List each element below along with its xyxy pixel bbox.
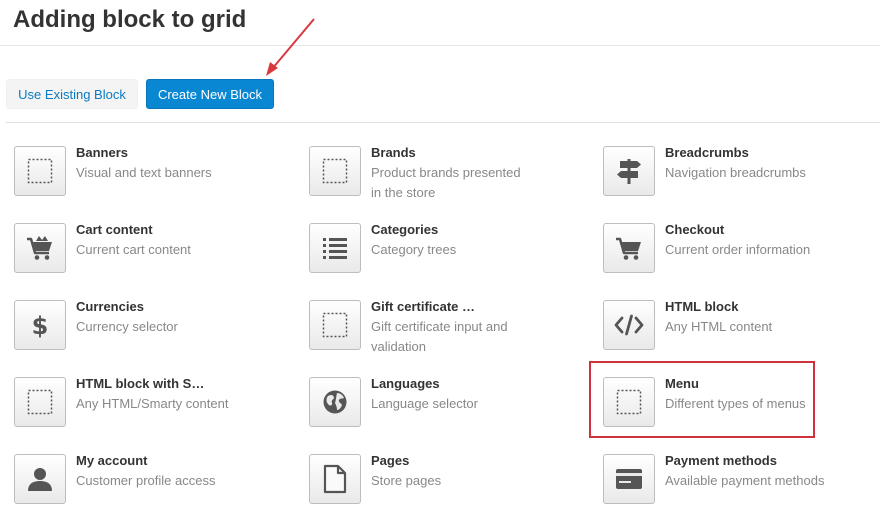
block-name: Gift certificate … (371, 299, 476, 314)
signpost-icon (603, 146, 655, 196)
title-divider (0, 45, 880, 46)
block-name: Payment methods (665, 453, 777, 468)
menu-highlight-frame (589, 361, 815, 438)
placeholder-icon (14, 146, 66, 196)
block-payment-methods[interactable]: Payment methods Available payment method… (603, 453, 825, 504)
block-languages[interactable]: Languages Language selector (309, 376, 531, 427)
page-icon (309, 454, 361, 504)
code-icon (603, 300, 655, 350)
block-description: Current order information (665, 242, 811, 257)
block-name: Breadcrumbs (665, 145, 749, 160)
block-description: Gift certificate input and validation (371, 319, 508, 354)
block-banners[interactable]: Banners Visual and text banners (14, 145, 236, 196)
block-name: Pages (371, 453, 410, 468)
user-icon (14, 454, 66, 504)
block-description: Available payment methods (665, 473, 825, 488)
block-description: Store pages (371, 473, 442, 488)
block-breadcrumbs[interactable]: Breadcrumbs Navigation breadcrumbs (603, 145, 825, 196)
placeholder-icon (309, 146, 361, 196)
block-description: Customer profile access (76, 473, 216, 488)
block-description: Navigation breadcrumbs (665, 165, 806, 180)
svg-text:$: $ (32, 312, 49, 339)
block-description: Currency selector (76, 319, 178, 334)
block-name: My account (76, 453, 148, 468)
annotation-arrow (266, 18, 315, 76)
globe-icon (309, 377, 361, 427)
block-name: Checkout (665, 222, 725, 237)
block-checkout[interactable]: Checkout Current order information (603, 222, 825, 273)
block-gift-certificate[interactable]: Gift certificate … Gift certificate inpu… (309, 299, 531, 357)
block-html-block[interactable]: HTML block Any HTML content (603, 299, 825, 350)
block-cart-content[interactable]: Cart content Current cart content (14, 222, 236, 273)
block-html-block-smarty[interactable]: HTML block with S… Any HTML/Smarty conte… (14, 376, 236, 427)
block-description: Any HTML content (665, 319, 773, 334)
block-description: Product brands presented in the store (371, 165, 521, 200)
block-name: Brands (371, 145, 416, 160)
block-name: Currencies (76, 299, 144, 314)
block-name: HTML block with S… (76, 376, 205, 391)
block-description: Visual and text banners (76, 165, 212, 180)
block-name: Categories (371, 222, 439, 237)
block-brands[interactable]: Brands Product brands presented in the s… (309, 145, 531, 203)
block-description: Category trees (371, 242, 457, 257)
placeholder-icon (14, 377, 66, 427)
use-existing-block-button[interactable]: Use Existing Block (6, 79, 138, 109)
block-name: HTML block (665, 299, 739, 314)
list-icon (309, 223, 361, 273)
cart-icon (603, 223, 655, 273)
block-name: Cart content (76, 222, 153, 237)
block-pages[interactable]: Pages Store pages (309, 453, 531, 504)
dollar-icon: $ (14, 300, 66, 350)
create-new-block-button[interactable]: Create New Block (146, 79, 274, 109)
cart-full-icon (14, 223, 66, 273)
buttons-divider (6, 122, 880, 123)
block-currencies[interactable]: $ Currencies Currency selector (14, 299, 236, 350)
block-name: Banners (76, 145, 129, 160)
block-description: Any HTML/Smarty content (76, 396, 229, 411)
page-title: Adding block to grid (13, 6, 247, 33)
block-description: Current cart content (76, 242, 191, 257)
credit-card-icon (603, 454, 655, 504)
placeholder-icon (309, 300, 361, 350)
block-name: Languages (371, 376, 440, 391)
block-my-account[interactable]: My account Customer profile access (14, 453, 236, 504)
block-categories[interactable]: Categories Category trees (309, 222, 531, 273)
block-description: Language selector (371, 396, 478, 411)
